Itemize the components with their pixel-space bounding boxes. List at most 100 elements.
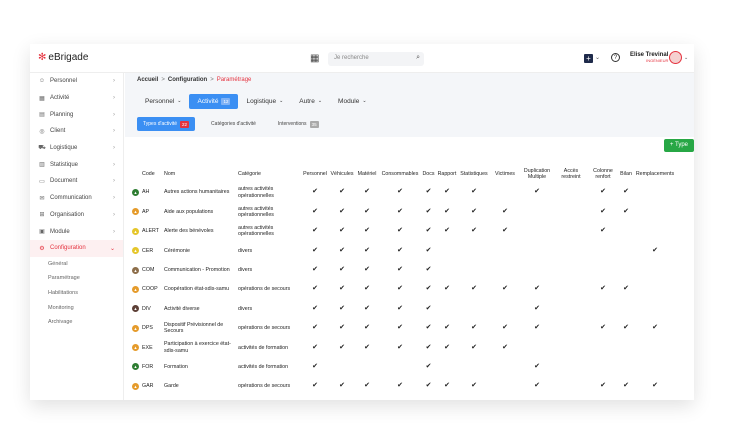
check-icon: ✔	[397, 227, 403, 235]
sidebar-item-planning[interactable]: ▤ Planning ›	[30, 106, 123, 123]
sidebar-item-label: Organisation	[50, 211, 85, 218]
check-icon: ✔	[425, 362, 432, 370]
sidebar-subitem[interactable]: Habilitations	[30, 286, 123, 301]
chevron-down-icon[interactable]: ⌄	[595, 54, 600, 61]
sidebar-item-logistique[interactable]: ⛟ Logistique ›	[30, 140, 123, 157]
chevron-icon: ›	[113, 195, 115, 202]
calendar-icon[interactable]: ▦	[310, 53, 319, 64]
tab-autre[interactable]: Autre ⌄	[291, 94, 330, 109]
check-icon: ✔	[339, 266, 345, 273]
sidebar-subitem[interactable]: Général	[30, 257, 123, 272]
empty-cell	[554, 241, 588, 260]
check-icon: ✔	[364, 188, 370, 196]
avatar[interactable]	[669, 51, 682, 64]
table-row[interactable]: ▲ DIV Activité diverse divers ✔ ✔ ✔ ✔ ✔ ✔	[131, 299, 676, 318]
column-header[interactable]	[131, 165, 141, 183]
subtab[interactable]: Types d'activité 22	[137, 117, 196, 131]
table-row[interactable]: ▲ CER Cérémonie divers ✔ ✔ ✔ ✔ ✔ ✔	[131, 241, 676, 260]
activity-type-icon: ▲	[132, 227, 139, 235]
empty-cell	[588, 299, 618, 318]
breadcrumb-home[interactable]: Accueil	[137, 77, 158, 83]
column-header[interactable]: Docs	[421, 165, 436, 183]
empty-cell	[458, 241, 490, 260]
sidebar-item-document[interactable]: ▭ Document ›	[30, 173, 123, 190]
tab-personnel[interactable]: Personnel ⌄	[137, 94, 189, 109]
table-row[interactable]: ▲ DPS Dispositif Prévisionnel de Secours op…	[131, 319, 676, 338]
row-code: COM	[142, 267, 155, 273]
column-header[interactable]: Personnel	[301, 165, 329, 183]
check-icon: ✔	[534, 304, 540, 312]
sidebar-item-organisation[interactable]: ⊞ Organisation ›	[30, 207, 123, 224]
table-row[interactable]: ▲ GAR Garde opérations de secours ✔ ✔ ✔ ✔ ✔ ✔ ✔ ✔ ✔ ✔…	[131, 377, 676, 396]
column-header[interactable]: Accès restreint	[554, 165, 588, 183]
check-icon: ✔	[339, 324, 345, 332]
logo[interactable]: ✻ eBrigade	[38, 52, 88, 63]
column-header[interactable]: Rapport	[436, 165, 458, 183]
column-header[interactable]: Code	[141, 165, 163, 183]
subtab[interactable]: Catégories d'activité	[205, 117, 262, 131]
tab-logistique[interactable]: Logistique ⌄	[238, 94, 291, 109]
search-input[interactable]: Je recherche ⌕	[328, 52, 424, 66]
table-row[interactable]: ▲ COM Communication - Promotion divers ✔ ✔ ✔ ✔ ✔	[131, 261, 676, 280]
empty-cell	[554, 202, 588, 221]
sidebar-item-module[interactable]: ▣ Module ›	[30, 223, 123, 240]
sidebar-item-statistique[interactable]: ▥ Statistique ›	[30, 156, 123, 173]
empty-cell	[554, 377, 588, 396]
table-row[interactable]: ▲ COOP Coopération état-sdis-samu opération…	[131, 280, 676, 299]
sidebar-item-client[interactable]: ◎ Client ›	[30, 123, 123, 140]
chevron-icon: ›	[113, 211, 115, 218]
column-header[interactable]: Nom	[163, 165, 237, 183]
column-header[interactable]: Colonne renfort	[588, 165, 618, 183]
user-info[interactable]: Elise Trevinal INGÉNIEUR	[630, 52, 668, 63]
table-row[interactable]: ▲ FOR Formation activités de formation ✔ ✔ ✔	[131, 358, 676, 377]
help-icon[interactable]: ?	[611, 53, 620, 62]
column-header[interactable]: Matériel	[355, 165, 379, 183]
column-header[interactable]: Bilan	[618, 165, 634, 183]
breadcrumb-section[interactable]: Configuration	[168, 77, 207, 83]
check-icon: ✔	[623, 324, 629, 332]
subtab[interactable]: Interventions 35	[272, 117, 325, 131]
sidebar-subitem[interactable]: Paramétrage	[30, 271, 123, 286]
column-header[interactable]: Catégorie	[237, 165, 301, 183]
check-icon: ✔	[471, 285, 477, 293]
sidebar-subitem[interactable]: Archivage	[30, 315, 123, 330]
sidebar-subitem[interactable]: Monitoring	[30, 300, 123, 315]
row-code: FOR	[142, 363, 154, 370]
table-row[interactable]: ▲ AH Autres actions humanitaires autres act…	[131, 183, 676, 202]
check-icon: ✔	[534, 188, 540, 196]
sidebar-item-label: Configuration	[50, 245, 86, 252]
table-row[interactable]: ▲ ALERT Alerte des bénévoles autres activit…	[131, 222, 676, 241]
column-header[interactable]: Statistiques	[458, 165, 490, 183]
sidebar-item-activité[interactable]: ▦ Activité ›	[30, 90, 123, 107]
search-icon[interactable]: ⌕	[416, 54, 420, 62]
column-header[interactable]: Duplication Multiple	[520, 165, 554, 183]
check-icon: ✔	[339, 246, 345, 254]
client-icon: ◎	[39, 128, 45, 135]
add-icon[interactable]: +	[584, 54, 593, 63]
column-header[interactable]: Véhicules	[329, 165, 355, 183]
check-icon: ✔	[312, 227, 318, 235]
column-header[interactable]: Consommables	[379, 165, 421, 183]
sidebar-item-communication[interactable]: ✉ Communication ›	[30, 190, 123, 207]
empty-cell	[634, 261, 676, 280]
tab-activité[interactable]: Activité 12	[189, 93, 239, 109]
tab-module[interactable]: Module ⌄	[330, 94, 375, 109]
column-header[interactable]: Remplacements	[634, 165, 676, 183]
column-header[interactable]: Victimes	[490, 165, 520, 183]
row-name: Communication - Promotion	[164, 267, 230, 273]
sidebar-item-label: Module	[50, 228, 70, 235]
empty-cell	[490, 299, 520, 318]
check-icon: ✔	[364, 227, 370, 235]
sidebar-item-configuration[interactable]: ⚙ Configuration ⌄	[30, 239, 123, 257]
table-row[interactable]: ▲ AP Aide aux populations autres activités …	[131, 202, 676, 221]
chevron-down-icon[interactable]: ⌄	[684, 55, 688, 61]
check-icon: ✔	[534, 324, 540, 332]
empty-cell	[554, 319, 588, 338]
check-icon: ✔	[425, 382, 432, 390]
check-icon: ✔	[600, 285, 606, 293]
sidebar-item-personnel[interactable]: ☺ Personnel ›	[30, 73, 123, 90]
add-type-button[interactable]: + Type	[663, 139, 694, 152]
table-row[interactable]: ▲ EXE Participation à exercice état-sdis-s…	[131, 338, 676, 357]
empty-cell	[554, 261, 588, 280]
check-icon: ✔	[312, 207, 318, 215]
